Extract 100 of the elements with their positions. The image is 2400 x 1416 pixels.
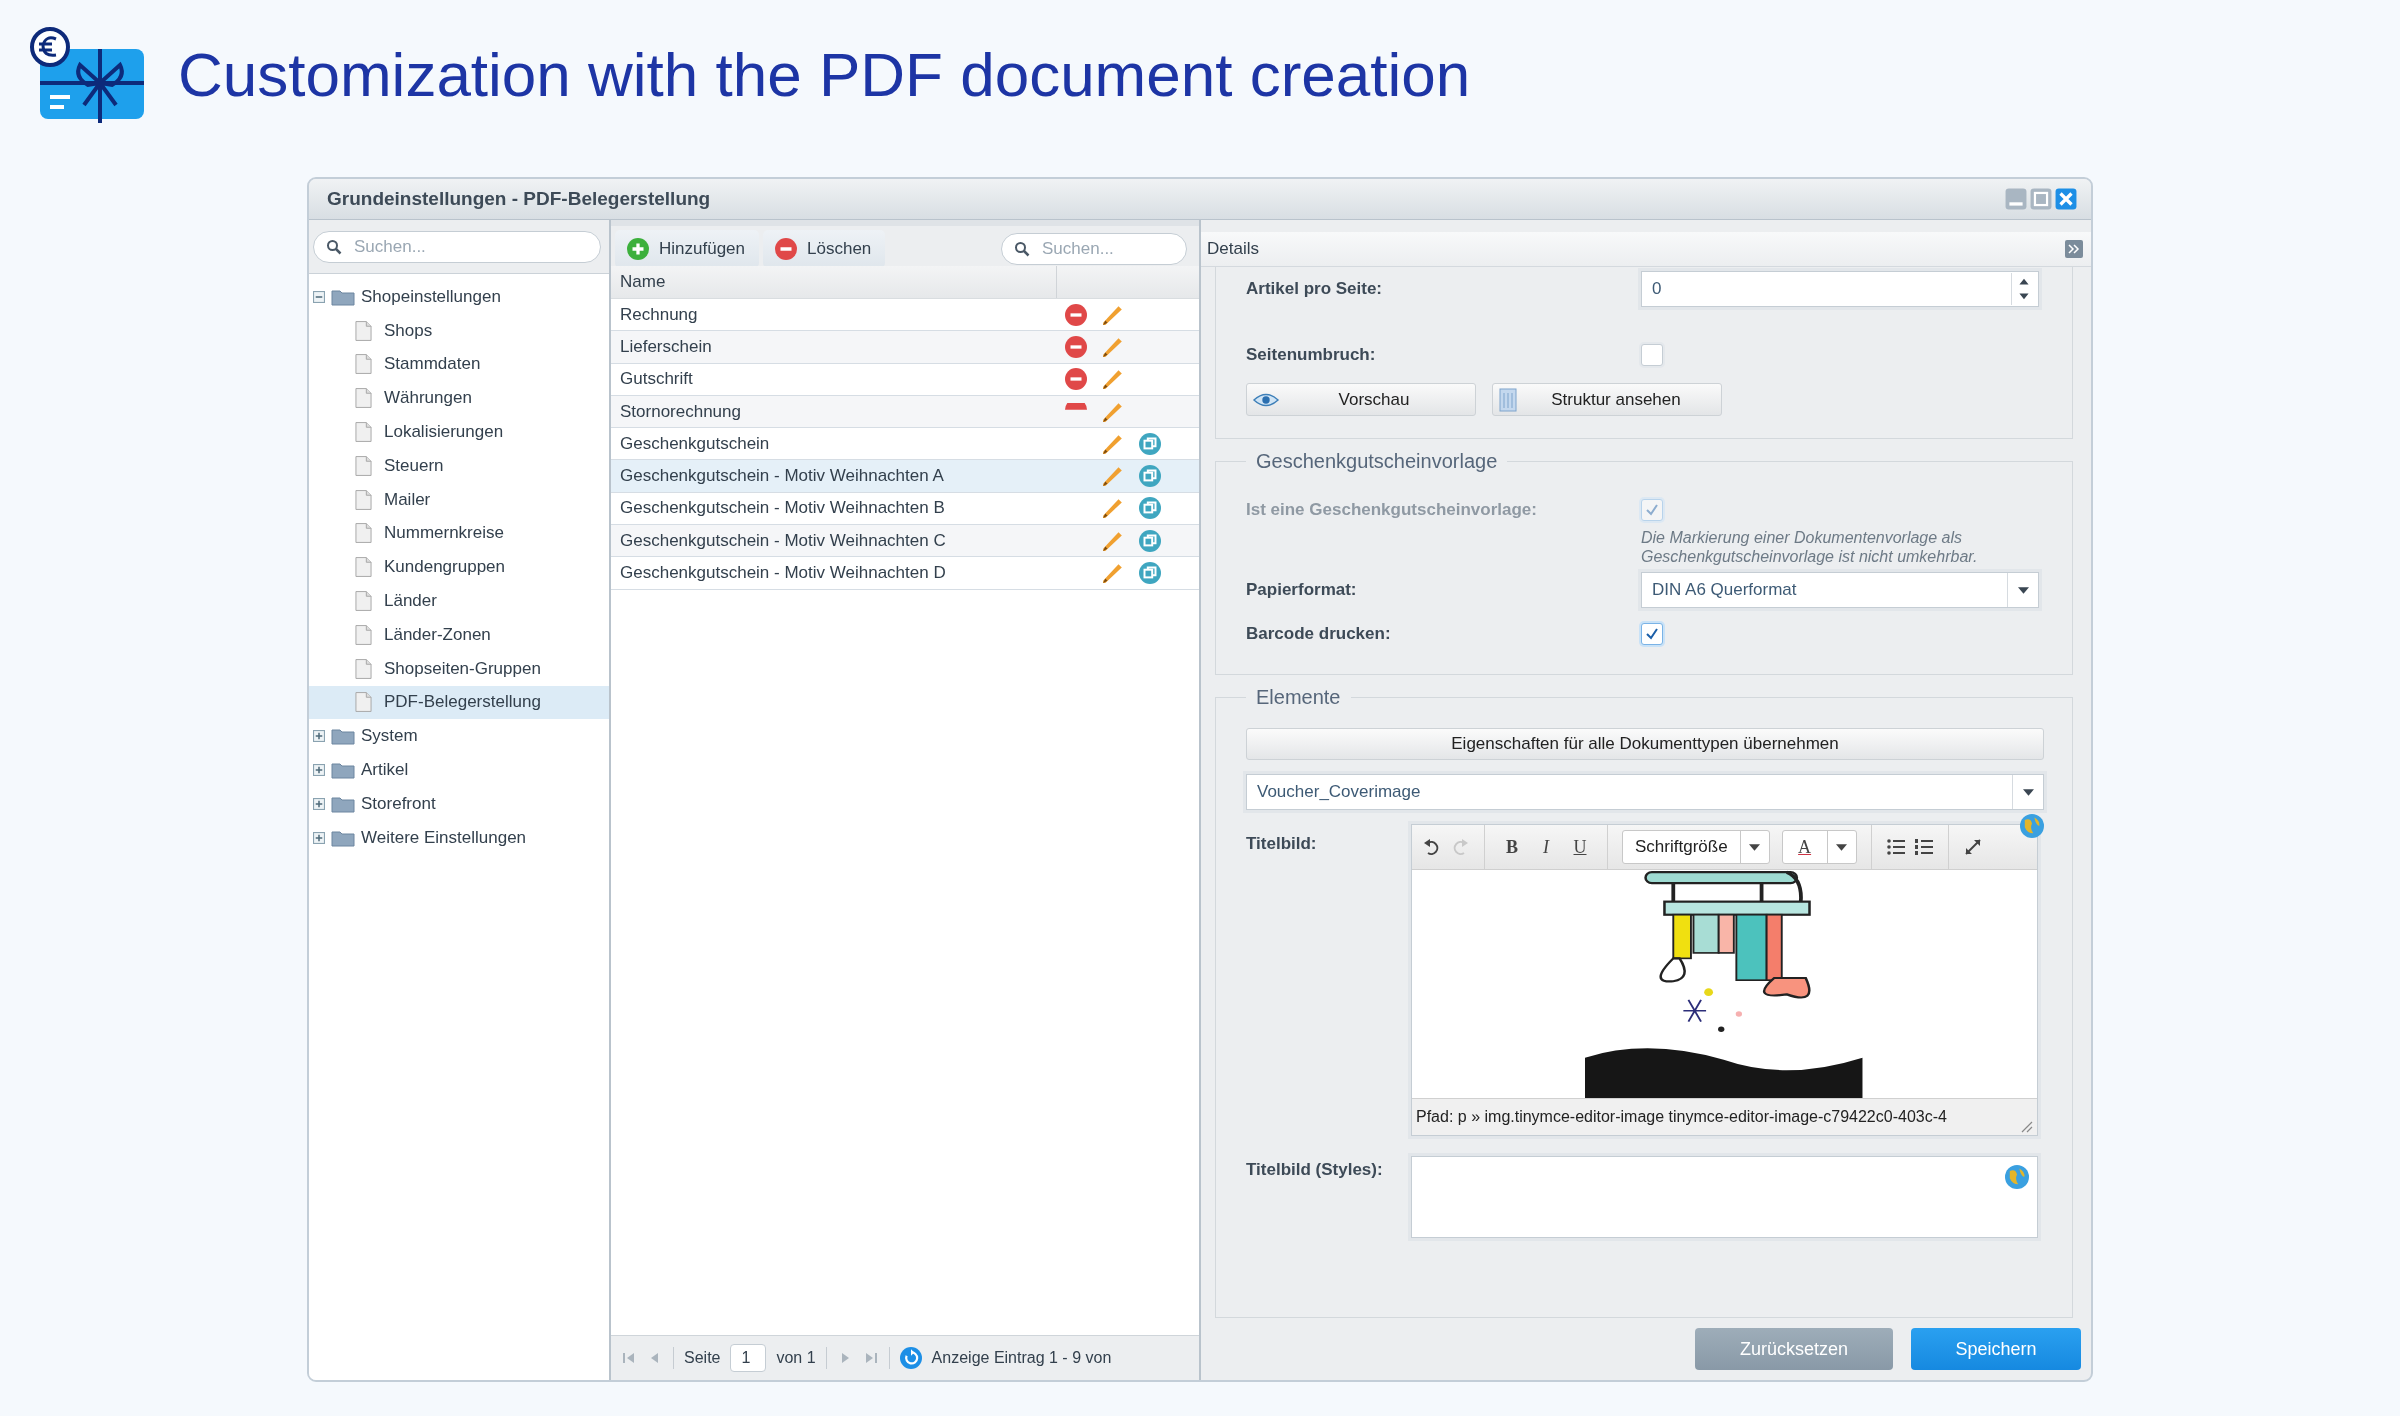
collapse-panel-icon[interactable] xyxy=(2065,240,2083,258)
format-button[interactable]: I xyxy=(1533,836,1559,858)
resize-handle-icon[interactable] xyxy=(2019,1119,2033,1133)
pencil-icon[interactable] xyxy=(1102,497,1124,520)
page-title: Customization with the PDF document creation xyxy=(178,39,1471,110)
refresh-icon[interactable] xyxy=(899,1347,922,1369)
tree-item[interactable]: Weitere Einstellungen xyxy=(309,820,609,855)
paper-format-dropdown[interactable]: DIN A6 Querformat xyxy=(1641,572,2039,608)
bullet-list-icon[interactable] xyxy=(1885,837,1906,857)
expand-icon[interactable] xyxy=(313,831,325,844)
pencil-icon[interactable] xyxy=(1102,529,1124,552)
tree-item[interactable]: Kundengruppen xyxy=(309,550,609,585)
tree-item[interactable]: Lokalisierungen xyxy=(309,415,609,449)
tree-item[interactable]: Shopseiten-Gruppen xyxy=(309,651,609,686)
pencil-icon[interactable] xyxy=(1102,303,1124,326)
search-field[interactable]: Suchen... xyxy=(1001,233,1187,265)
file-icon xyxy=(355,623,372,646)
file-icon xyxy=(355,421,372,444)
text-color-dropdown[interactable]: A xyxy=(1781,830,1857,864)
caret-icon xyxy=(1749,843,1761,851)
tree-item[interactable]: Artikel xyxy=(309,753,609,787)
pencil-icon[interactable] xyxy=(1102,368,1124,391)
delete-icon[interactable] xyxy=(1065,368,1087,391)
folder-icon xyxy=(331,761,355,780)
duplicate-icon[interactable] xyxy=(1139,432,1161,455)
number-field[interactable]: 0 xyxy=(1641,271,2039,307)
tree-item[interactable]: Währungen xyxy=(309,381,609,416)
duplicate-icon[interactable] xyxy=(1139,562,1161,584)
tree-item[interactable]: Stammdaten xyxy=(309,347,609,382)
tree-item[interactable]: Nummernkreise xyxy=(309,516,609,551)
pencil-icon[interactable] xyxy=(1102,432,1124,455)
file-icon xyxy=(355,657,372,680)
tree-item[interactable]: System xyxy=(309,719,609,754)
search-field[interactable]: Suchen... xyxy=(313,231,601,263)
file-icon xyxy=(355,454,372,477)
globe-icon[interactable] xyxy=(2020,814,2044,838)
row-name: Geschenkgutschein - Motiv Weihnachten D xyxy=(619,563,947,583)
minimize-icon[interactable] xyxy=(2005,188,2027,210)
duplicate-icon[interactable] xyxy=(1139,529,1161,552)
pencil-icon[interactable] xyxy=(1102,335,1124,358)
pencil-icon[interactable] xyxy=(1102,400,1124,423)
action-button[interactable]: Vorschau xyxy=(1246,383,1476,416)
globe-icon[interactable] xyxy=(2005,1165,2029,1189)
apply-button[interactable]: Eigenschaften für alle Dokumenttypen übernehmen xyxy=(1246,728,2044,760)
page-field[interactable]: 1 xyxy=(730,1344,767,1372)
checkbox[interactable] xyxy=(1641,344,1663,366)
tree-item[interactable]: Mailer xyxy=(309,482,609,517)
expand-icon[interactable] xyxy=(313,730,325,743)
delete-icon[interactable] xyxy=(1065,402,1087,410)
caret-icon xyxy=(2017,586,2029,594)
tree-item[interactable]: Länder-Zonen xyxy=(309,617,609,652)
tree-item[interactable]: Shops xyxy=(309,313,609,348)
numbered-list-icon[interactable] xyxy=(1913,837,1934,857)
duplicate-icon[interactable] xyxy=(1139,497,1161,520)
tree-item[interactable]: Storefront xyxy=(309,786,609,821)
first-page-icon[interactable] xyxy=(621,1350,637,1366)
format-button[interactable]: U xyxy=(1567,836,1593,858)
folder-icon xyxy=(331,828,355,847)
pencil-icon[interactable] xyxy=(1102,465,1124,488)
list-row[interactable]: Lieferschein xyxy=(611,331,1199,364)
collapse-icon[interactable] xyxy=(313,290,325,303)
close-icon[interactable] xyxy=(2055,188,2077,210)
expand-icon[interactable] xyxy=(313,797,325,810)
row-name: Geschenkgutschein xyxy=(619,433,771,454)
list-row[interactable]: Geschenkgutschein - Motiv Weihnachten D xyxy=(611,557,1199,590)
element-path: Pfad: p » img.tinymce-editor-image tinymce-editor-image-c79422c0-403c-4 xyxy=(1416,1108,1947,1126)
list-row[interactable]: Stornorechnung xyxy=(611,395,1199,429)
tree-item[interactable]: Shopeinstellungen xyxy=(309,280,609,314)
list-row[interactable]: Gutschrift xyxy=(611,363,1199,396)
styles-text-area[interactable] xyxy=(1411,1156,2038,1238)
file-icon xyxy=(355,353,372,376)
file-icon xyxy=(355,387,372,410)
action-button[interactable]: Struktur ansehen xyxy=(1492,383,1722,416)
duplicate-icon[interactable] xyxy=(1139,465,1161,488)
file-icon xyxy=(355,319,372,342)
format-button[interactable]: B xyxy=(1499,836,1525,858)
delete-icon[interactable] xyxy=(1065,335,1087,358)
rich-text-editor[interactable]: B I U Schriftgröße A Pfad: p » img.tinymce-editor-image tinymce-editor-image-c79422c0-403c-4 xyxy=(1411,824,2038,1136)
field-label: Titelbild (Styles): xyxy=(1246,1159,1384,1180)
paging-info: Anzeige Eintrag 1 - 9 von xyxy=(931,1349,1112,1367)
tree-item[interactable]: PDF-Belegerstellung xyxy=(309,685,609,720)
font-size-dropdown[interactable]: Schriftgröße xyxy=(1622,830,1770,864)
toolbar-button[interactable]: Löschen xyxy=(763,230,886,268)
maximize-icon[interactable] xyxy=(2030,188,2052,210)
list-row[interactable]: Geschenkgutschein - Motiv Weihnachten A xyxy=(611,460,1199,493)
pencil-icon[interactable] xyxy=(1102,562,1124,584)
list-row[interactable]: Geschenkgutschein - Motiv Weihnachten C xyxy=(611,525,1199,558)
file-icon xyxy=(355,556,372,579)
row-name: Gutschrift xyxy=(619,369,694,390)
caret-icon xyxy=(1836,843,1848,851)
hint-text: Die Markierung einer Dokumentenvorlage als Geschenkgutscheinvorlage ist nicht umkehrbar. xyxy=(1641,528,1979,566)
field-label: Titelbild: xyxy=(1246,833,1318,854)
toolbar-button[interactable]: Hinzufügen xyxy=(615,230,759,268)
file-icon xyxy=(355,522,372,545)
checkbox[interactable] xyxy=(1641,623,1663,645)
delete-icon[interactable] xyxy=(1065,303,1087,326)
tree-item[interactable]: Steuern xyxy=(309,449,609,483)
expand-icon[interactable] xyxy=(313,764,325,777)
tree-item[interactable]: Länder xyxy=(309,584,609,618)
element-dropdown[interactable]: Voucher_Coverimage xyxy=(1246,774,2044,810)
